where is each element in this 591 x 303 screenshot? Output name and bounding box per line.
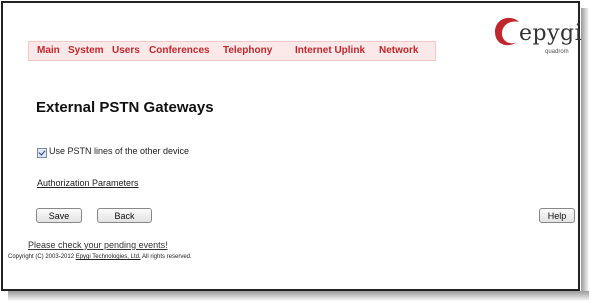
logo-product: quadrom xyxy=(545,49,569,55)
menu-item-system[interactable]: System xyxy=(68,45,104,56)
menu-item-users[interactable]: Users xyxy=(112,45,140,56)
page-title: External PSTN Gateways xyxy=(36,99,214,116)
epygi-logo: epygi quadrom xyxy=(493,13,582,63)
save-button[interactable]: Save xyxy=(36,208,82,223)
authorization-parameters-link[interactable]: Authorization Parameters xyxy=(37,178,139,188)
back-button[interactable]: Back xyxy=(97,208,152,223)
company-link[interactable]: Epygi Technologies, Ltd. xyxy=(76,254,141,260)
use-pstn-label: Use PSTN lines of the other device xyxy=(49,146,190,156)
menu-item-internet-uplink[interactable]: Internet Uplink xyxy=(295,45,365,56)
help-button[interactable]: Help xyxy=(539,208,575,223)
frame-shadow-bottom xyxy=(8,291,589,301)
copyright-suffix: All rights reserved. xyxy=(142,254,192,260)
menu-item-conferences[interactable]: Conferences xyxy=(149,45,210,56)
app-frame: Main System Users Conferences Telephony … xyxy=(1,1,582,291)
copyright-prefix: Copyright (C) 2003-2012 xyxy=(8,254,75,260)
menu-item-telephony[interactable]: Telephony xyxy=(223,45,272,56)
use-pstn-checkbox[interactable] xyxy=(37,148,47,158)
pending-events-link[interactable]: Please check your pending events! xyxy=(28,240,168,250)
frame-shadow-right xyxy=(581,8,589,295)
logo-brand: epygi xyxy=(519,21,583,46)
menu-item-network[interactable]: Network xyxy=(379,45,418,56)
main-menu: Main System Users Conferences Telephony … xyxy=(28,41,436,61)
menu-item-main[interactable]: Main xyxy=(37,45,60,56)
copyright-notice: Copyright (C) 2003-2012 Epygi Technologi… xyxy=(8,254,192,260)
